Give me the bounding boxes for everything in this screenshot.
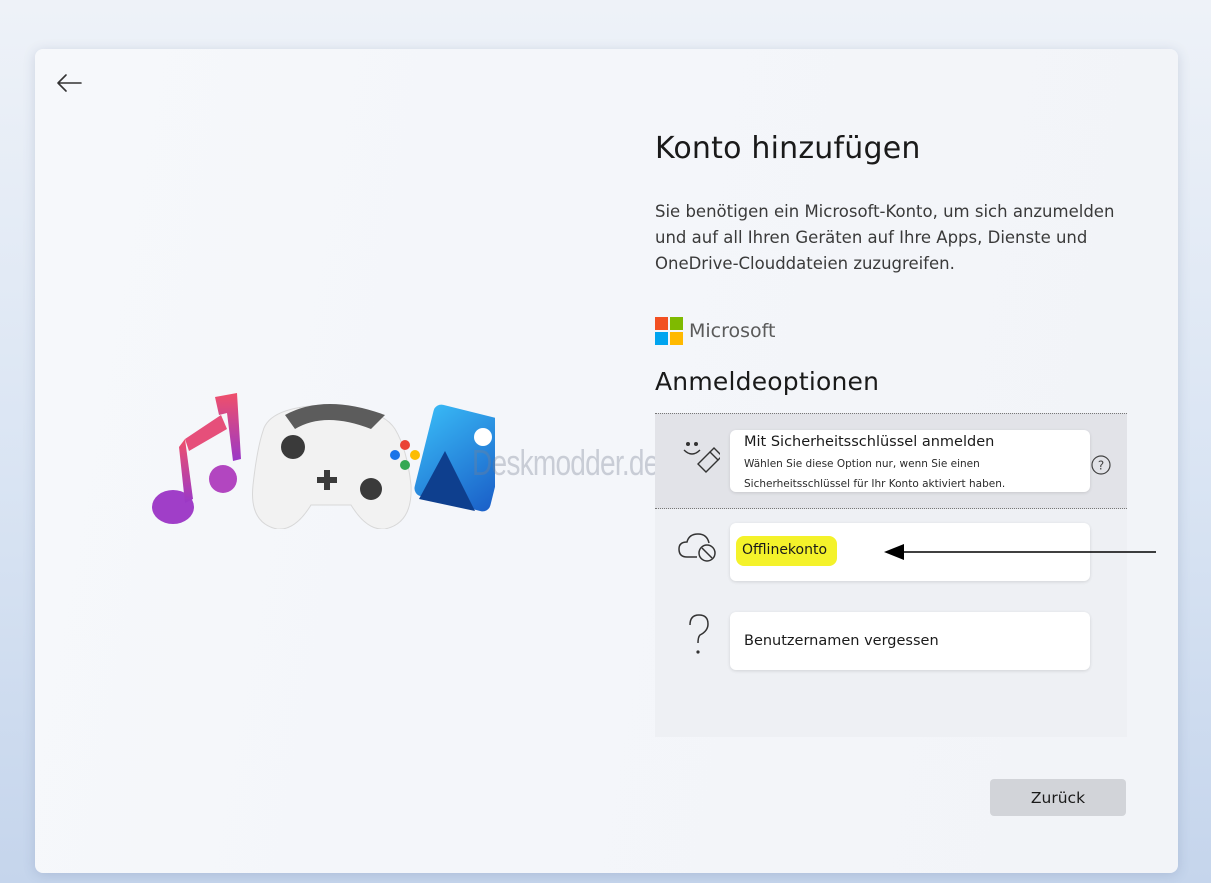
annotation-arrow-icon bbox=[884, 544, 1156, 560]
offline-account-label: Offlinekonto bbox=[736, 536, 838, 566]
svg-text:?: ? bbox=[1098, 459, 1104, 473]
security-key-card[interactable]: Mit Sicherheitsschlüssel anmelden Wählen… bbox=[730, 430, 1090, 492]
page-title: Konto hinzufügen bbox=[655, 131, 921, 166]
gamepad-icon bbox=[252, 404, 420, 529]
page-description: Sie benötigen ein Microsoft-Konto, um si… bbox=[655, 202, 1115, 273]
security-key-title: Mit Sicherheitsschlüssel anmelden bbox=[744, 434, 995, 450]
watermark: Deskmodder.de bbox=[472, 442, 659, 483]
sign-in-options-list: Mit Sicherheitsschlüssel anmelden Wählen… bbox=[655, 413, 1127, 737]
security-key-subtitle: Wählen Sie diese Option nur, wenn Sie ei… bbox=[744, 458, 1006, 490]
microsoft-logo-icon bbox=[655, 317, 683, 345]
forgot-username-card[interactable]: Benutzernamen vergessen bbox=[730, 612, 1090, 670]
sign-in-panel: Konto hinzufügen Sie benötigen ein Micro… bbox=[655, 49, 1135, 873]
back-button[interactable]: Zurück bbox=[990, 779, 1126, 816]
security-key-option-row[interactable]: Mit Sicherheitsschlüssel anmelden Wählen… bbox=[655, 413, 1127, 509]
sign-in-options-title: Anmeldeoptionen bbox=[655, 367, 880, 396]
arrow-left-icon[interactable] bbox=[53, 67, 85, 99]
help-circle-icon[interactable]: ? bbox=[1090, 454, 1112, 476]
brand-name: Microsoft bbox=[689, 320, 776, 342]
forgot-username-label: Benutzernamen vergessen bbox=[744, 633, 939, 649]
question-mark-icon bbox=[689, 614, 709, 654]
microsoft-brand: Microsoft bbox=[655, 317, 775, 345]
setup-window: Deskmodder.de Konto hinzufügen Sie benöt… bbox=[35, 49, 1178, 873]
hero-illustration bbox=[152, 393, 495, 529]
cloud-offline-icon bbox=[678, 533, 716, 562]
usb-key-icon bbox=[683, 442, 720, 473]
music-note-icon bbox=[152, 393, 241, 524]
